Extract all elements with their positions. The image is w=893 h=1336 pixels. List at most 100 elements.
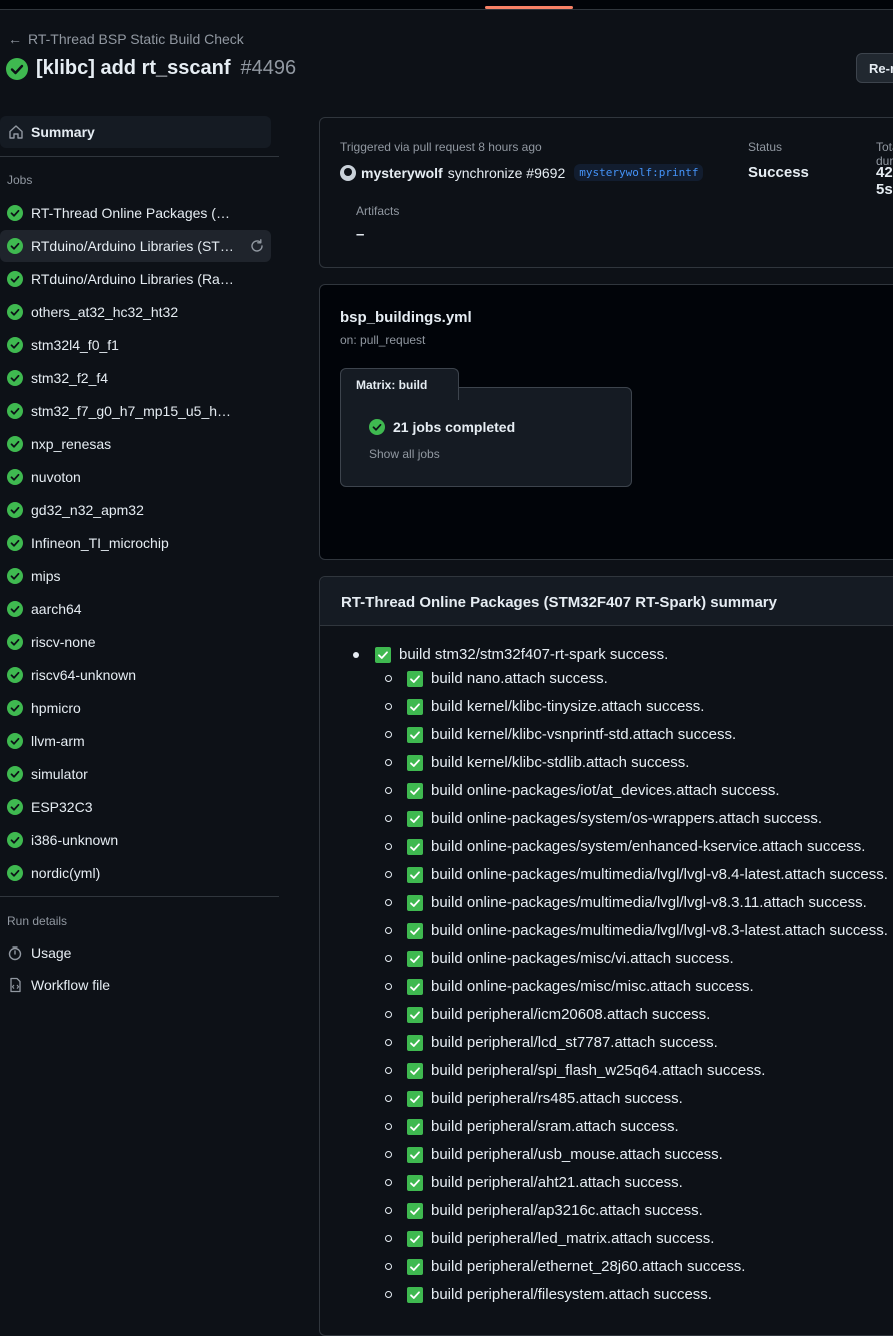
sidebar-job-item[interactable]: llvm-arm	[0, 725, 271, 757]
sidebar-job-item[interactable]: Infineon_TI_microchip	[0, 527, 271, 559]
check-circle-icon	[7, 700, 23, 716]
list-item-text: build peripheral/ap3216c.attach success.	[431, 1202, 703, 1219]
checkbox-icon	[407, 922, 423, 939]
bullet	[385, 1067, 392, 1074]
back-to-workflow-link[interactable]: ← RT-Thread BSP Static Build Check	[8, 31, 244, 47]
sidebar-job-item[interactable]: nuvoton	[0, 461, 271, 493]
jobs-completed: 21 jobs completed	[393, 419, 516, 435]
check-circle-icon	[7, 733, 23, 749]
sidebar-job-item[interactable]: simulator	[0, 758, 271, 790]
sidebar-job-item[interactable]: RTduino/Arduino Libraries (STM32F407 RT-…	[0, 230, 271, 262]
list-item: build peripheral/usb_mouse.attach succes…	[385, 1146, 723, 1163]
sidebar-job-item[interactable]: stm32_f2_f4	[0, 362, 271, 394]
job-label: others_at32_hc32_ht32	[31, 304, 179, 320]
sidebar-item-workflow-file[interactable]: Workflow file	[0, 970, 271, 1000]
sidebar-job-item[interactable]: riscv-none	[0, 626, 271, 658]
checkbox-icon	[407, 1286, 423, 1303]
sidebar-job-item[interactable]: stm32l4_f0_f1	[0, 329, 271, 361]
checkbox-icon	[407, 1230, 423, 1247]
sidebar-job-item[interactable]: aarch64	[0, 593, 271, 625]
checkbox-icon	[407, 754, 423, 771]
check-circle-icon	[7, 865, 23, 881]
list-item: build peripheral/ap3216c.attach success.	[385, 1202, 703, 1219]
job-label: RTduino/Arduino Libraries (Raspberry Pi …	[31, 271, 236, 287]
check-circle-icon	[7, 304, 23, 320]
sidebar-job-item[interactable]: nordic(yml)	[0, 857, 271, 889]
trigger-user[interactable]: mysterywolf	[361, 165, 443, 181]
bullet	[385, 759, 392, 766]
check-circle-icon	[7, 568, 23, 584]
bullet	[385, 1235, 392, 1242]
list-item: build online-packages/multimedia/lvgl/lv…	[385, 866, 888, 883]
sidebar-job-item[interactable]: stm32_f7_g0_h7_mp15_u5_h5_wb5	[0, 395, 271, 427]
list-item: build peripheral/filesystem.attach succe…	[385, 1286, 712, 1303]
matrix-label: Matrix: build	[340, 368, 459, 400]
summary-heading: RT-Thread Online Packages (STM32F407 RT-…	[320, 577, 893, 626]
bullet	[385, 1263, 392, 1270]
checkbox-icon	[407, 866, 423, 883]
check-circle-icon	[7, 238, 23, 254]
checkbox-icon	[407, 1202, 423, 1219]
bullet	[385, 1207, 392, 1214]
bullet	[385, 1039, 392, 1046]
avatar[interactable]	[340, 164, 356, 181]
list-item: build kernel/klibc-tinysize.attach succe…	[385, 698, 704, 715]
show-all-jobs-link[interactable]: Show all jobs	[369, 447, 440, 461]
check-circle-icon	[7, 634, 23, 650]
rerun-button[interactable]: Re-run	[856, 53, 893, 83]
checkbox-icon	[375, 646, 391, 663]
sidebar-job-item[interactable]: gd32_n32_apm32	[0, 494, 271, 526]
sidebar-job-item[interactable]: i386-unknown	[0, 824, 271, 856]
job-label: i386-unknown	[31, 832, 119, 848]
check-circle-icon	[7, 667, 23, 683]
checkbox-icon	[407, 1118, 423, 1135]
list-item: build online-packages/system/os-wrappers…	[385, 810, 822, 827]
bullet	[385, 731, 392, 738]
list-item-text: build online-packages/misc/vi.attach suc…	[431, 950, 734, 967]
check-circle-icon	[7, 403, 23, 419]
list-item-text: build peripheral/ethernet_28j60.attach s…	[431, 1258, 746, 1275]
sidebar-job-item[interactable]: nxp_renesas	[0, 428, 271, 460]
sidebar-item-usage[interactable]: Usage	[0, 938, 271, 968]
checkbox-icon	[407, 670, 423, 687]
check-circle-icon	[6, 57, 28, 80]
sidebar-job-item[interactable]: RTduino/Arduino Libraries (Raspberry Pi …	[0, 263, 271, 295]
workflow-graph-card: bsp_buildings.yml on: pull_request 21 jo…	[319, 284, 893, 560]
bullet	[385, 843, 392, 850]
sidebar-job-item[interactable]: mips	[0, 560, 271, 592]
bullet	[385, 983, 392, 990]
bullet	[385, 1095, 392, 1102]
list-item: build kernel/klibc-vsnprintf-std.attach …	[385, 726, 736, 743]
sidebar-job-item[interactable]: others_at32_hc32_ht32	[0, 296, 271, 328]
sidebar-job-item[interactable]: RT-Thread Online Packages (STM32F407 RT-…	[0, 197, 271, 229]
divider	[0, 896, 279, 897]
sidebar-job-item[interactable]: hpmicro	[0, 692, 271, 724]
check-circle-icon	[369, 419, 385, 435]
bullet	[385, 1123, 392, 1130]
check-circle-icon	[7, 205, 23, 221]
checkbox-icon	[407, 1146, 423, 1163]
sidebar-job-item[interactable]: ESP32C3	[0, 791, 271, 823]
sidebar-job-item[interactable]: riscv64-unknown	[0, 659, 271, 691]
status-value: Success	[748, 164, 809, 181]
branch-label[interactable]: mysterywolf:printf	[574, 164, 704, 181]
workflow-file-name: bsp_buildings.yml	[340, 309, 472, 326]
check-circle-icon	[7, 502, 23, 518]
bullet	[385, 675, 392, 682]
list-item-text: build peripheral/filesystem.attach succe…	[431, 1286, 712, 1303]
matrix-job-box[interactable]: 21 jobs completed Show all jobs	[340, 387, 632, 487]
trigger-action[interactable]: synchronize #9692	[448, 165, 566, 181]
rerun-icon[interactable]	[249, 238, 265, 254]
pr-number[interactable]: #4496	[241, 57, 297, 80]
job-label: RT-Thread Online Packages (STM32F407 RT-…	[31, 205, 236, 221]
list-item: build peripheral/spi_flash_w25q64.attach…	[385, 1062, 765, 1079]
bullet	[385, 899, 392, 906]
list-item: build peripheral/icm20608.attach success…	[385, 1006, 710, 1023]
active-tab-underline	[485, 6, 573, 9]
artifacts-value: –	[356, 226, 365, 243]
list-item: build online-packages/system/enhanced-ks…	[385, 838, 865, 855]
list-item-text: build online-packages/multimedia/lvgl/lv…	[431, 922, 888, 939]
sidebar-item-summary[interactable]: Summary	[0, 116, 271, 148]
check-circle-icon	[7, 832, 23, 848]
bullet	[385, 955, 392, 962]
